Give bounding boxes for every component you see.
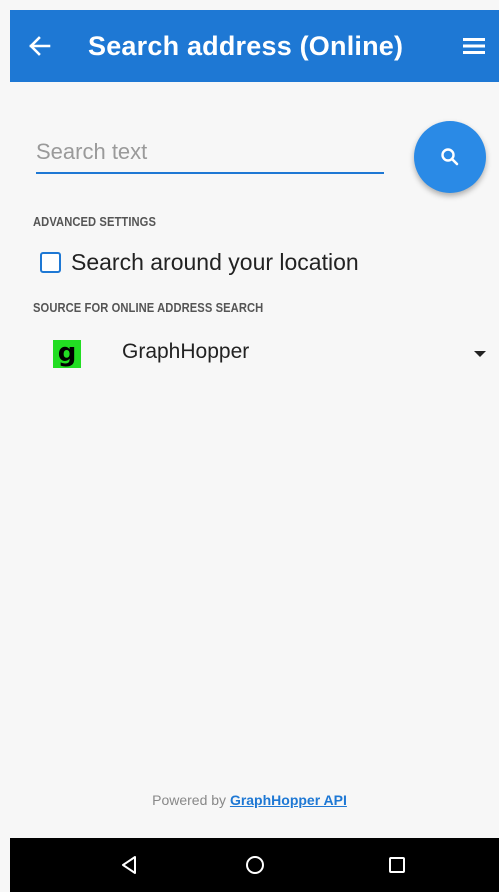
powered-by-text: Powered by bbox=[152, 792, 227, 808]
search-input[interactable] bbox=[36, 136, 384, 174]
hamburger-menu-icon bbox=[463, 38, 485, 54]
menu-button[interactable] bbox=[449, 10, 499, 82]
logo-letter: g bbox=[57, 337, 77, 368]
graphhopper-logo-icon: g bbox=[53, 337, 81, 368]
nav-recents-icon bbox=[389, 857, 405, 873]
back-button[interactable] bbox=[10, 10, 70, 82]
source-header: SOURCE FOR ONLINE ADDRESS SEARCH bbox=[33, 300, 264, 315]
checkbox-label: Search around your location bbox=[71, 248, 359, 275]
checkbox-box[interactable] bbox=[40, 251, 61, 273]
dropdown-arrow-icon bbox=[474, 351, 486, 357]
nav-back-button[interactable] bbox=[99, 838, 159, 892]
nav-recents-button[interactable] bbox=[367, 838, 427, 892]
back-arrow-icon bbox=[29, 36, 51, 56]
advanced-settings-header: ADVANCED SETTINGS bbox=[33, 214, 157, 229]
search-around-location-checkbox[interactable]: Search around your location bbox=[40, 248, 359, 276]
nav-home-button[interactable] bbox=[225, 838, 285, 892]
powered-by-footer: Powered by GraphHopper API bbox=[0, 792, 499, 808]
source-selected-label: GraphHopper bbox=[122, 340, 250, 363]
nav-back-icon bbox=[122, 856, 136, 874]
graphhopper-api-link[interactable]: GraphHopper API bbox=[230, 792, 347, 808]
nav-home-icon bbox=[246, 856, 264, 874]
screen: Search address (Online) ADVANCED SETTING… bbox=[0, 0, 499, 892]
search-icon bbox=[441, 148, 459, 166]
search-button[interactable] bbox=[414, 121, 486, 193]
page-title: Search address (Online) bbox=[88, 30, 404, 61]
app-bar: Search address (Online) bbox=[10, 10, 499, 82]
source-dropdown[interactable]: g GraphHopper bbox=[10, 330, 499, 378]
system-nav-bar bbox=[10, 838, 499, 892]
